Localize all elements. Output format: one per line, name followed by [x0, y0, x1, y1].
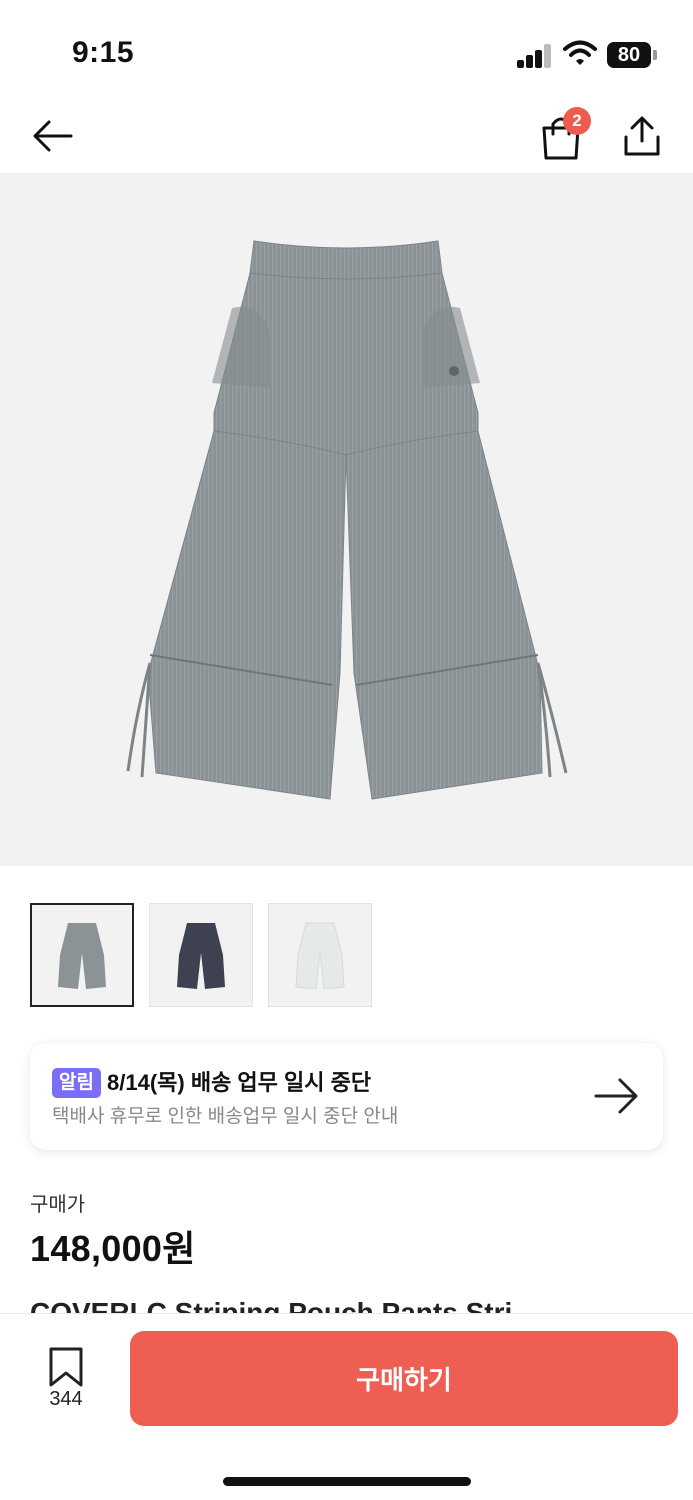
- share-icon: [624, 116, 660, 156]
- status-time: 9:15: [72, 36, 135, 69]
- pants-thumbnail-image: [177, 923, 225, 989]
- shipping-notice-card[interactable]: 알림 8/14(목) 배송 업무 일시 중단 택배사 휴무로 인한 배송업무 일…: [30, 1043, 663, 1150]
- thumbnail-navy[interactable]: [149, 903, 253, 1007]
- bookmark-count: 344: [49, 1388, 83, 1410]
- pants-thumbnail-image: [58, 923, 106, 989]
- cart-count-badge: 2: [563, 107, 591, 135]
- share-button[interactable]: [616, 110, 668, 162]
- bottom-action-bar: 344 구매하기: [0, 1313, 693, 1500]
- battery-icon: 80: [607, 42, 657, 68]
- price-value: 148,000원: [30, 1228, 196, 1269]
- cart-button[interactable]: 2: [536, 107, 591, 162]
- notice-subtitle: 택배사 휴무로 인한 배송업무 일시 중단 안내: [52, 1106, 399, 1127]
- bookmark-button[interactable]: 344: [36, 1342, 96, 1422]
- price-label: 구매가: [30, 1194, 86, 1216]
- battery-level: 80: [607, 42, 651, 68]
- pants-image: [126, 240, 568, 800]
- pants-thumbnail-image: [295, 922, 345, 990]
- buy-button[interactable]: 구매하기: [130, 1331, 678, 1426]
- thumbnail-strip: [30, 903, 372, 1007]
- product-main-image[interactable]: [0, 173, 693, 866]
- notice-title: 8/14(목) 배송 업무 일시 중단: [107, 1070, 372, 1095]
- status-bar: 9:15 80: [0, 0, 693, 100]
- home-indicator: [223, 1477, 471, 1486]
- arrow-left-icon: [33, 120, 73, 152]
- top-nav: 2: [0, 100, 693, 172]
- notice-badge: 알림: [52, 1068, 101, 1098]
- bookmark-icon: [49, 1347, 83, 1387]
- thumbnail-gray[interactable]: [30, 903, 134, 1007]
- back-button[interactable]: [28, 112, 76, 160]
- product-title: COVERLC Striping Pouch Pants Stri: [30, 1297, 513, 1313]
- arrow-right-icon: [594, 1078, 638, 1114]
- wifi-icon: [563, 40, 597, 68]
- thumbnail-white[interactable]: [268, 903, 372, 1007]
- cellular-signal-icon: [517, 44, 553, 68]
